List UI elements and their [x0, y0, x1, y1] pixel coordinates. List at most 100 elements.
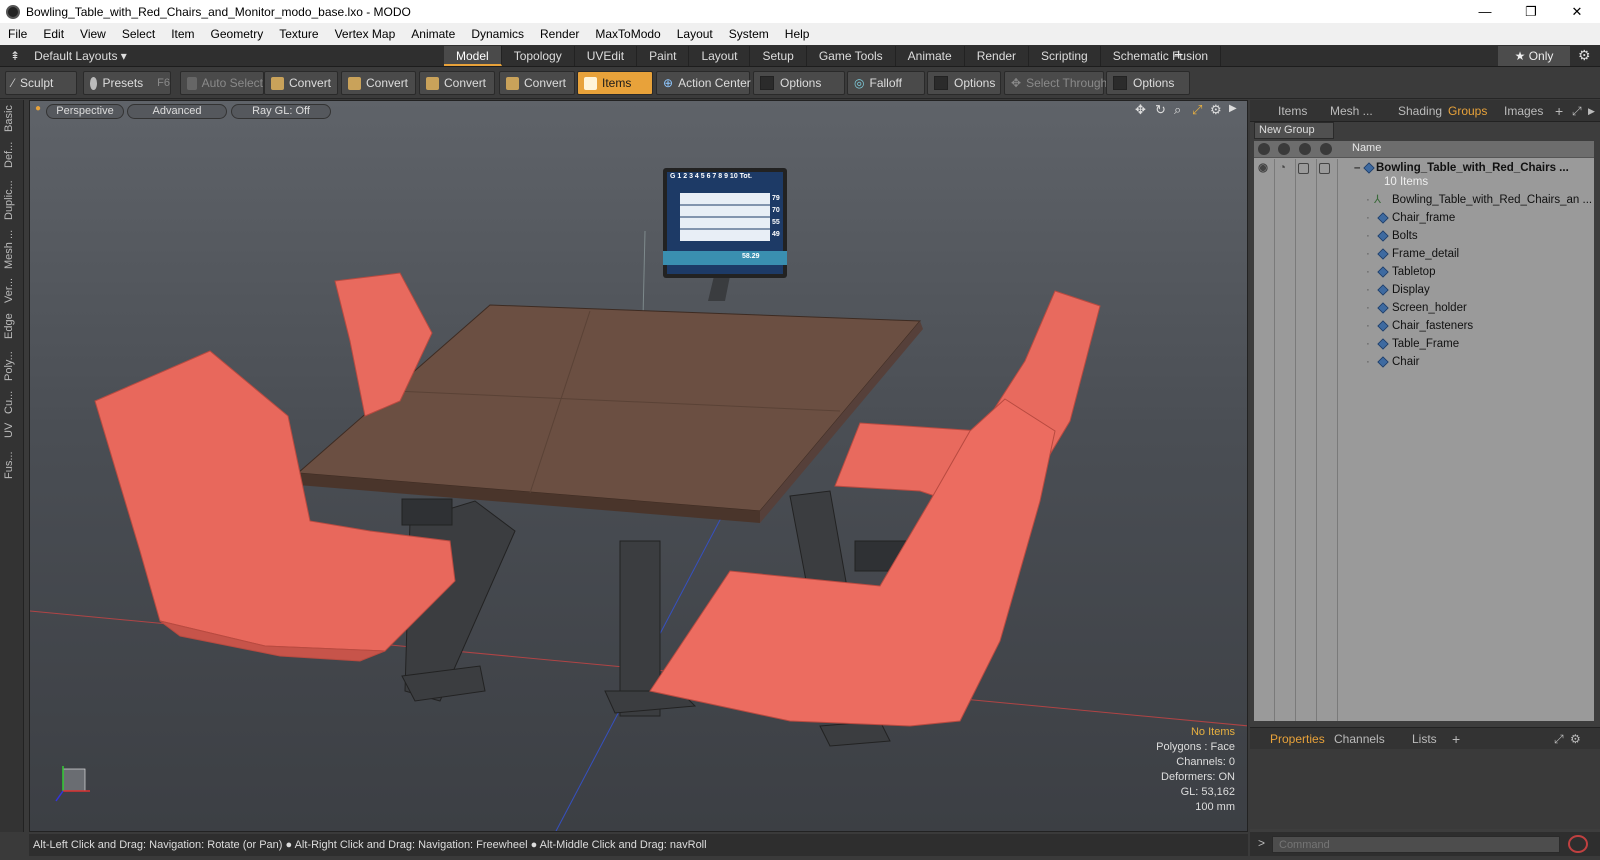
- minimize-button[interactable]: —: [1462, 0, 1508, 23]
- viewport-menu-icon[interactable]: ●: [35, 103, 41, 114]
- raygl-button[interactable]: Ray GL: Off: [231, 104, 331, 119]
- options-checkbox-2[interactable]: [934, 76, 948, 90]
- menu-geometry[interactable]: Geometry: [203, 23, 272, 45]
- tree-item[interactable]: · Tabletop: [1254, 263, 1594, 281]
- strip-tab-uv[interactable]: UV: [3, 418, 21, 442]
- gear-icon[interactable]: ⚙: [1578, 47, 1591, 64]
- select-options-button[interactable]: Options: [1106, 71, 1190, 95]
- tab-items[interactable]: Items: [1278, 100, 1307, 122]
- menu-select[interactable]: Select: [114, 23, 163, 45]
- tree-item[interactable]: · Screen_holder: [1254, 299, 1594, 317]
- tree-item[interactable]: · Display: [1254, 281, 1594, 299]
- tab-schematic-fusion[interactable]: Schematic Fusion: [1101, 46, 1222, 66]
- gear-icon[interactable]: ⚙: [1570, 728, 1581, 750]
- action-center-options-button[interactable]: Options: [753, 71, 845, 95]
- tab-paint[interactable]: Paint: [637, 46, 690, 66]
- tab-animate[interactable]: Animate: [896, 46, 965, 66]
- convert-edges-button[interactable]: Convert: [341, 71, 416, 95]
- menu-file[interactable]: File: [0, 23, 35, 45]
- tab-layout[interactable]: Layout: [689, 46, 751, 66]
- tab-setup[interactable]: Setup: [750, 46, 807, 66]
- pop-out-icon[interactable]: ⤢: [1554, 728, 1564, 750]
- tab-model[interactable]: Model: [444, 46, 502, 66]
- menu-view[interactable]: View: [72, 23, 114, 45]
- strip-tab-vertex[interactable]: Ver...: [3, 274, 21, 306]
- options-checkbox-1[interactable]: [760, 76, 774, 90]
- shading-button[interactable]: Advanced: [127, 104, 227, 119]
- rotate-icon[interactable]: ↻: [1155, 102, 1166, 118]
- select-col-icon[interactable]: [1320, 143, 1332, 155]
- render-col-icon[interactable]: [1278, 143, 1290, 155]
- tab-mesh[interactable]: Mesh ...: [1330, 100, 1373, 122]
- tab-lists[interactable]: Lists: [1412, 728, 1437, 750]
- falloff-button[interactable]: ◎ Falloff: [847, 71, 925, 95]
- strip-tab-edge[interactable]: Edge: [3, 310, 21, 342]
- command-input[interactable]: [1272, 836, 1560, 853]
- only-toggle[interactable]: ★ Only: [1498, 46, 1570, 66]
- tree-item[interactable]: · Chair_frame: [1254, 209, 1594, 227]
- sculpt-button[interactable]: ⁄ Sculpt: [5, 71, 77, 95]
- tab-render[interactable]: Render: [965, 46, 1030, 66]
- strip-tab-basic[interactable]: Basic: [3, 104, 21, 134]
- tab-channels[interactable]: Channels: [1334, 728, 1385, 750]
- menu-system[interactable]: System: [721, 23, 777, 45]
- menu-item[interactable]: Item: [163, 23, 202, 45]
- select-through-button[interactable]: ✥ Select Through: [1004, 71, 1107, 95]
- tree-item[interactable]: · Bolts: [1254, 227, 1594, 245]
- convert-materials-button[interactable]: Convert: [499, 71, 575, 95]
- strip-tab-curve[interactable]: Cu...: [3, 390, 21, 414]
- tree-item[interactable]: · ⅄ Bowling_Table_with_Red_Chairs_an ...: [1254, 191, 1594, 209]
- tree-item[interactable]: · Frame_detail: [1254, 245, 1594, 263]
- tree-item[interactable]: · Chair: [1254, 353, 1594, 371]
- zoom-icon[interactable]: ⌕: [1174, 102, 1181, 118]
- 3d-viewport[interactable]: G 1 2 3 4 5 6 7 8 9 10 Tot. 79 70 55 49 …: [29, 100, 1248, 832]
- add-tab-icon[interactable]: +: [1555, 100, 1563, 122]
- fit-icon[interactable]: ⤢: [1192, 102, 1202, 118]
- pop-out-icon[interactable]: ⤢: [1572, 100, 1582, 122]
- convert-polygons-button[interactable]: Convert: [419, 71, 495, 95]
- options-checkbox-3[interactable]: [1113, 76, 1127, 90]
- tab-scripting[interactable]: Scripting: [1029, 46, 1101, 66]
- items-mode-button[interactable]: Items: [577, 71, 653, 95]
- menu-render[interactable]: Render: [532, 23, 587, 45]
- new-group-button[interactable]: New Group: [1254, 122, 1334, 139]
- menu-maxtomodo[interactable]: MaxToModo: [587, 23, 668, 45]
- strip-tab-polygon[interactable]: Poly...: [3, 346, 21, 386]
- strip-tab-fusion[interactable]: Fus...: [3, 446, 21, 484]
- falloff-options-button[interactable]: Options: [927, 71, 1001, 95]
- close-button[interactable]: ✕: [1554, 0, 1600, 23]
- tab-images[interactable]: Images: [1504, 100, 1543, 122]
- tree-item[interactable]: · Table_Frame: [1254, 335, 1594, 353]
- viewport-settings-icon[interactable]: ⚙: [1210, 102, 1222, 118]
- add-tab-icon[interactable]: +: [1452, 728, 1460, 750]
- menu-dynamics[interactable]: Dynamics: [463, 23, 532, 45]
- tab-uvedit[interactable]: UVEdit: [575, 46, 638, 66]
- menu-layout[interactable]: Layout: [669, 23, 721, 45]
- visibility-col-icon[interactable]: [1258, 143, 1270, 155]
- menu-edit[interactable]: Edit: [35, 23, 72, 45]
- strip-tab-mesh[interactable]: Mesh ...: [3, 228, 21, 270]
- menu-vertex-map[interactable]: Vertex Map: [327, 23, 404, 45]
- strip-tab-deform[interactable]: Def...: [3, 138, 21, 172]
- menu-help[interactable]: Help: [777, 23, 818, 45]
- lock-col-icon[interactable]: [1299, 143, 1311, 155]
- view-mode-button[interactable]: Perspective: [46, 104, 124, 119]
- tab-shading[interactable]: Shading: [1398, 100, 1442, 122]
- presets-button[interactable]: Presets F6: [83, 71, 171, 95]
- auto-select-button[interactable]: Auto Select: [180, 71, 264, 95]
- strip-tab-duplicate[interactable]: Duplic...: [3, 176, 21, 224]
- panel-arrow-icon[interactable]: ▶: [1588, 100, 1595, 122]
- menu-texture[interactable]: Texture: [271, 23, 326, 45]
- convert-vertices-button[interactable]: Convert: [264, 71, 338, 95]
- add-layout-tab-button[interactable]: +: [1174, 45, 1183, 67]
- record-button[interactable]: [1568, 835, 1588, 853]
- tree-item[interactable]: · Chair_fasteners: [1254, 317, 1594, 335]
- layout-selector[interactable]: ⇞ Default Layouts ▾: [10, 45, 127, 67]
- expand-arrow-icon[interactable]: ▶: [1229, 103, 1237, 114]
- action-center-button[interactable]: ⊕ Action Center: [656, 71, 751, 95]
- tab-topology[interactable]: Topology: [502, 46, 575, 66]
- tab-properties[interactable]: Properties: [1270, 728, 1325, 750]
- pan-icon[interactable]: ✥: [1135, 102, 1146, 118]
- restore-button[interactable]: ❐: [1508, 0, 1554, 23]
- menu-animate[interactable]: Animate: [403, 23, 463, 45]
